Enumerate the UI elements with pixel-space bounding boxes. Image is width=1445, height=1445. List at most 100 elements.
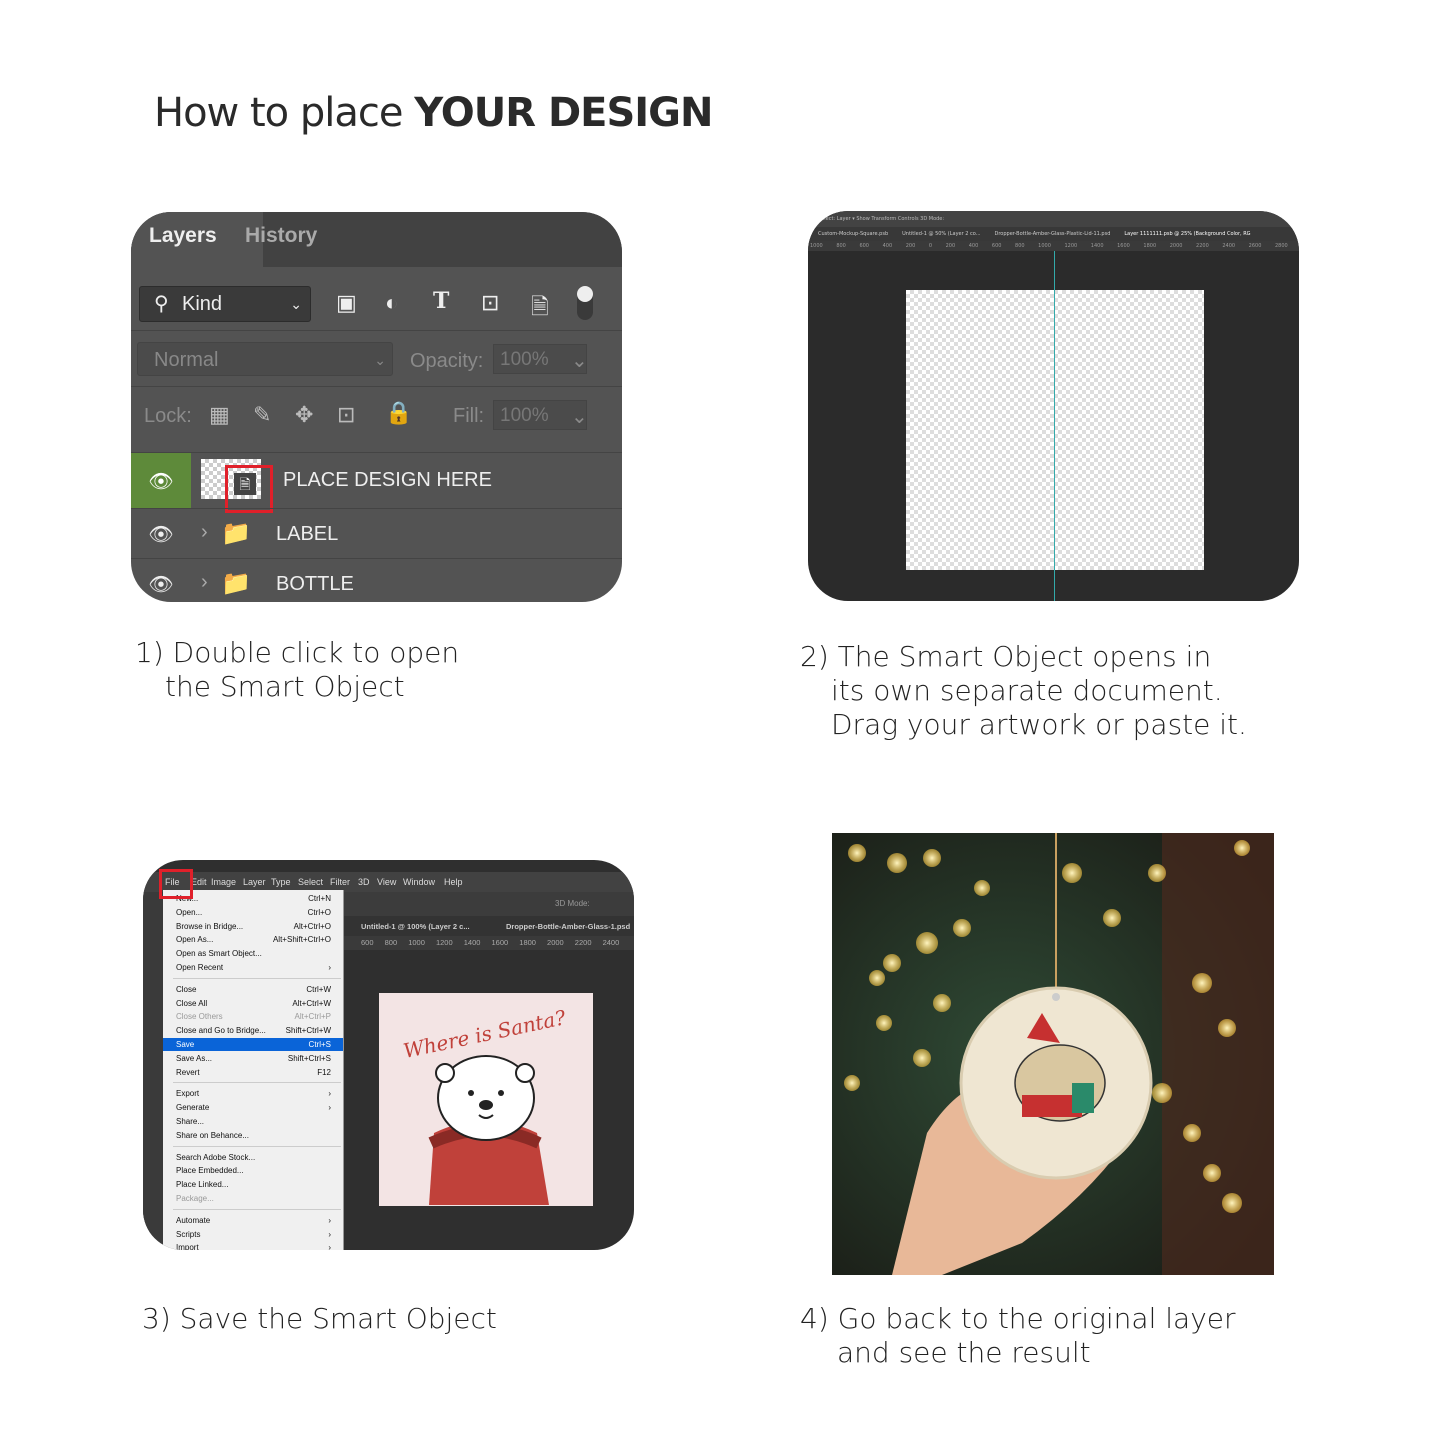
visibility-toggle[interactable]: 👁 — [131, 453, 191, 509]
menu-item-shortcut: › — [328, 963, 331, 972]
menu-bar: File Edit Image Layer Type Select Filter 3D View… — [143, 872, 634, 892]
document-tab[interactable]: Dropper-Bottle-Amber-Glass-1.psd — [506, 922, 630, 931]
layer-row-label[interactable]: 👁 › 📁 LABEL — [131, 508, 622, 559]
bokeh-light — [1103, 909, 1121, 927]
menu-layer[interactable]: Layer — [243, 877, 266, 887]
menu-item[interactable]: Package... — [163, 1192, 343, 1205]
menu-item[interactable]: Search Adobe Stock... — [163, 1151, 343, 1164]
menu-item-shortcut: Ctrl+S — [308, 1040, 331, 1049]
menu-item[interactable]: Automate › — [163, 1214, 343, 1227]
document-tab[interactable]: Custom-Mockup-Square.psb — [818, 227, 888, 241]
menu-image[interactable]: Image — [211, 877, 236, 887]
layer-row-place-design-here[interactable]: 👁 🗎 PLACE DESIGN HERE — [131, 452, 622, 513]
document-tab[interactable]: Untitled-1 @ 50% (Layer 2 co... — [902, 227, 980, 241]
step-3-caption: 3) Save the Smart Object — [142, 1302, 497, 1336]
menu-item-label: Open as Smart Object... — [176, 949, 262, 959]
menu-item-label: Open Recent — [176, 963, 224, 972]
menu-help[interactable]: Help — [444, 877, 463, 887]
menu-item[interactable]: Place Linked... — [163, 1178, 343, 1191]
menu-item[interactable]: Generate › — [163, 1101, 343, 1114]
caption-line: 1) Double click to open — [135, 636, 460, 669]
filter-kind-select[interactable]: ⚲ Kind ⌄ — [139, 286, 311, 322]
adjustment-filter-icon[interactable]: ◐ — [385, 290, 398, 316]
menu-separator — [173, 1145, 341, 1147]
document-tab[interactable]: Untitled-1 @ 100% (Layer 2 c... — [361, 922, 470, 931]
guide-line — [1054, 251, 1055, 601]
chevron-down-icon[interactable]: ⌄ — [571, 348, 588, 373]
folder-icon: 📁 — [221, 520, 251, 547]
menu-type[interactable]: Type — [271, 877, 291, 887]
bokeh-light — [887, 853, 907, 873]
menu-item[interactable]: Browse in Bridge... Alt+Ctrl+O — [163, 920, 343, 933]
menu-item[interactable]: Open Recent › — [163, 961, 343, 974]
menu-item-shortcut: Ctrl+W — [306, 984, 331, 994]
caption-line: its own separate document. — [831, 674, 1223, 707]
menu-item[interactable]: Share on Behance... — [163, 1129, 343, 1142]
menu-item[interactable]: Scripts › — [163, 1228, 343, 1241]
image-filter-icon[interactable]: ▣ — [336, 290, 357, 316]
menu-item-shortcut: Ctrl+O — [307, 907, 331, 917]
bokeh-light — [1148, 864, 1166, 882]
shape-filter-icon[interactable]: ⊡ — [481, 290, 499, 316]
menu-edit[interactable]: Edit — [191, 877, 207, 887]
file-menu-screenshot: File Edit Image Layer Type Select Filter 3D View… — [143, 860, 634, 1250]
blend-mode-select[interactable]: Normal ⌄ — [137, 342, 393, 376]
menu-item-shortcut: Shift+Ctrl+S — [287, 1053, 331, 1063]
visibility-toggle[interactable]: 👁 — [131, 559, 191, 602]
type-filter-icon[interactable]: T — [433, 288, 449, 314]
bokeh-light — [1062, 863, 1082, 883]
menu-select[interactable]: Select — [298, 877, 323, 887]
menu-item[interactable]: Place Embedded... — [163, 1164, 343, 1177]
menu-item-shortcut: Alt+Ctrl+P — [294, 1012, 331, 1022]
menu-separator — [173, 1208, 341, 1210]
lock-transparent-icon[interactable]: ▦ — [209, 402, 230, 428]
menu-item-label: Close — [176, 984, 197, 994]
options-bar: Select: Layer ▾ Show Transform Controls … — [808, 211, 1299, 227]
menu-item[interactable]: Close Ctrl+W — [163, 983, 343, 996]
layer-row-bottle[interactable]: 👁 › 📁 BOTTLE — [131, 558, 622, 602]
highlight-box — [225, 465, 273, 513]
menu-item[interactable]: Open as Smart Object... — [163, 947, 343, 960]
menu-item[interactable]: Close and Go to Bridge... Shift+Ctrl+W — [163, 1024, 343, 1037]
tab-history[interactable]: History — [227, 212, 363, 267]
chevron-down-icon[interactable]: ⌄ — [571, 404, 588, 429]
menu-window[interactable]: Window — [403, 877, 435, 887]
lock-artboard-icon[interactable]: ⊡ — [337, 402, 355, 428]
menu-item-label: Generate — [176, 1103, 210, 1113]
options-bar: 3D Mode: — [343, 892, 634, 916]
lock-position-icon[interactable]: ✥ — [295, 402, 313, 428]
bokeh-light — [1218, 1019, 1236, 1037]
menu-filter[interactable]: Filter — [330, 877, 350, 887]
lock-paint-icon[interactable]: ✎ — [253, 402, 271, 428]
lock-all-icon[interactable]: 🔒 — [385, 400, 412, 426]
bokeh-light — [933, 994, 951, 1012]
bokeh-light — [1192, 973, 1212, 993]
smart-object-filter-icon[interactable]: 🗎 — [531, 290, 549, 328]
menu-item[interactable]: Open As... Alt+Shift+Ctrl+O — [163, 933, 343, 946]
menu-item[interactable]: Save Ctrl+S — [163, 1038, 343, 1051]
transparent-canvas[interactable] — [906, 290, 1204, 570]
expand-chevron-icon[interactable]: › — [201, 571, 208, 594]
document-tab-active[interactable]: Layer 1111111.psb @ 25% (Background Colo… — [1124, 227, 1250, 241]
menu-view[interactable]: View — [377, 877, 396, 887]
menu-item[interactable]: Share... — [163, 1115, 343, 1128]
menu-item[interactable]: Import › — [163, 1241, 343, 1250]
menu-item-label: Search Adobe Stock... — [176, 1152, 256, 1162]
menu-item[interactable]: Save As... Shift+Ctrl+S — [163, 1052, 343, 1065]
menu-item[interactable]: Revert F12 — [163, 1066, 343, 1079]
menu-3d[interactable]: 3D — [358, 877, 370, 887]
bokeh-light — [876, 1015, 892, 1031]
menu-item-shortcut: › — [328, 1103, 331, 1113]
menu-item[interactable]: Close Others Alt+Ctrl+P — [163, 1010, 343, 1023]
document-tab[interactable]: Dropper-Bottle-Amber-Glass-Plastic-Lid-1… — [995, 227, 1111, 241]
filter-toggle[interactable] — [577, 286, 593, 320]
menu-item[interactable]: Open... Ctrl+O — [163, 906, 343, 919]
expand-chevron-icon[interactable]: › — [201, 521, 208, 544]
menu-item-shortcut: › — [328, 1089, 331, 1099]
menu-item[interactable]: Export › — [163, 1087, 343, 1100]
chevron-down-icon: ⌄ — [374, 352, 386, 368]
artwork-canvas: Where is Santa? — [379, 993, 593, 1206]
visibility-toggle[interactable]: 👁 — [131, 509, 191, 559]
menu-item[interactable]: Close All Alt+Ctrl+W — [163, 997, 343, 1010]
fill-label: Fill: — [453, 405, 485, 427]
